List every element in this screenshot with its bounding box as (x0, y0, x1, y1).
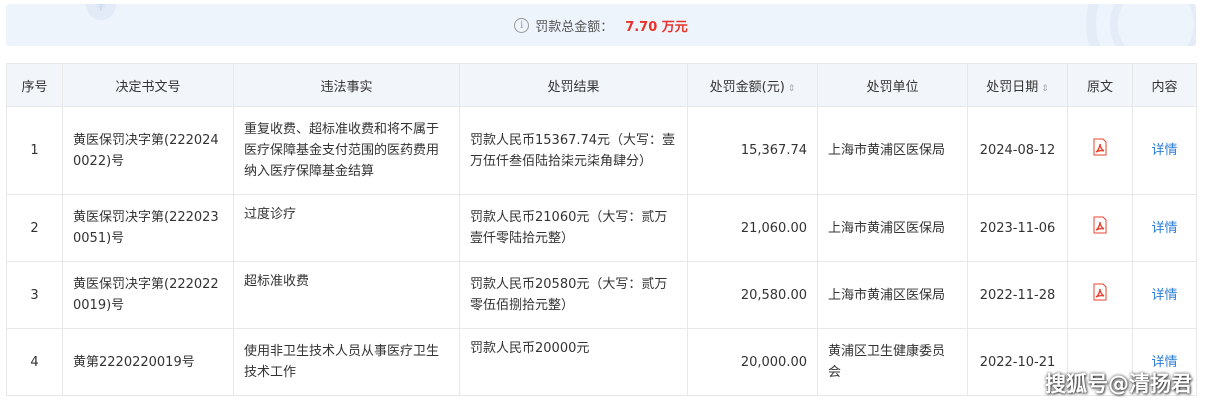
col-original: 原文 (1067, 63, 1133, 107)
col-doc-no: 决定书文号 (62, 63, 234, 107)
col-unit: 处罚单位 (817, 63, 968, 107)
pdf-icon[interactable] (1091, 283, 1109, 308)
row-index: 1 (6, 106, 63, 195)
row-unit: 黄浦区卫生健康委员会 (817, 328, 968, 396)
pdf-icon[interactable] (1091, 138, 1109, 163)
row-amount: 21,060.00 (687, 194, 818, 262)
row-unit: 上海市黄浦区医保局 (817, 194, 968, 262)
col-content: 内容 (1132, 63, 1197, 107)
row-content: 详情 (1132, 261, 1197, 329)
table-row: 2 黄医保罚决字第(2220230051)号 过度诊疗 罚款人民币21060元（… (6, 194, 1197, 262)
info-icon: i (514, 17, 530, 33)
row-unit: 上海市黄浦区医保局 (817, 106, 968, 195)
sort-icon[interactable]: ⇕ (788, 84, 796, 94)
col-amount-sortable[interactable]: 处罚金额(元) ⇕ (687, 63, 818, 107)
sort-icon[interactable]: ⇕ (1041, 84, 1049, 94)
row-original (1067, 106, 1133, 195)
penalty-total-label: 罚款总金额： (535, 19, 614, 35)
row-facts: 使用非卫生技术人员从事医疗卫生技术工作 (233, 328, 460, 396)
row-facts: 重复收费、超标准收费和将不属于医疗保障基金支付范围的医药费用纳入医疗保障基金结算 (233, 106, 460, 195)
row-result: 罚款人民币20000元 (459, 328, 688, 396)
row-result: 罚款人民币21060元（大写：贰万壹仟零陆拾元整） (459, 194, 688, 262)
row-content: 详情 (1132, 194, 1197, 262)
col-index: 序号 (6, 63, 63, 107)
row-original (1067, 194, 1133, 262)
table-header-row: 序号 决定书文号 违法事实 处罚结果 处罚金额(元) ⇕ 处罚单位 处罚日期 ⇕ 原… (6, 63, 1197, 107)
row-facts: 超标准收费 (233, 261, 460, 329)
row-amount: 20,000.00 (687, 328, 818, 396)
row-facts: 过度诊疗 (233, 194, 460, 262)
row-amount: 20,580.00 (687, 261, 818, 329)
col-result: 处罚结果 (459, 63, 688, 107)
col-index-label: 序号 (21, 79, 48, 95)
penalty-table: 序号 决定书文号 违法事实 处罚结果 处罚金额(元) ⇕ 处罚单位 处罚日期 ⇕ 原… (6, 63, 1197, 396)
col-facts: 违法事实 (233, 63, 460, 107)
row-doc-no: 黄医保罚决字第(2220220019)号 (62, 261, 234, 329)
detail-link[interactable]: 详情 (1151, 143, 1177, 158)
row-date: 2022-11-28 (967, 261, 1068, 329)
table-row: 4 黄第2220220019号 使用非卫生技术人员从事医疗卫生技术工作 罚款人民… (6, 328, 1197, 396)
col-original-label: 原文 (1086, 79, 1113, 95)
col-unit-label: 处罚单位 (866, 79, 919, 95)
row-original (1067, 261, 1133, 329)
row-date: 2023-11-06 (967, 194, 1068, 262)
col-doc-no-label: 决定书文号 (115, 79, 181, 95)
col-facts-label: 违法事实 (320, 79, 373, 95)
col-result-label: 处罚结果 (547, 79, 600, 95)
table-row: 1 黄医保罚决字第(2220240022)号 重复收费、超标准收费和将不属于医疗… (6, 106, 1197, 195)
row-doc-no: 黄医保罚决字第(2220230051)号 (62, 194, 234, 262)
row-index: 4 (6, 328, 63, 396)
col-amount-label: 处罚金额(元) (709, 79, 785, 95)
col-date-label: 处罚日期 (986, 79, 1039, 95)
row-index: 2 (6, 194, 63, 262)
row-result: 罚款人民币15367.74元（大写：壹万伍仟叁佰陆拾柒元柒角肆分） (459, 106, 688, 195)
pdf-icon[interactable] (1091, 216, 1109, 241)
detail-link[interactable]: 详情 (1151, 288, 1177, 303)
row-index: 3 (6, 261, 63, 329)
row-content: 详情 (1132, 106, 1197, 195)
row-date: 2024-08-12 (967, 106, 1068, 195)
row-doc-no: 黄第2220220019号 (62, 328, 234, 396)
row-result: 罚款人民币20580元（大写：贰万零伍佰捌拾元整） (459, 261, 688, 329)
col-date-sortable[interactable]: 处罚日期 ⇕ (967, 63, 1068, 107)
watermark-text: 搜狐号@清扬君 (1045, 372, 1192, 396)
table-row: 3 黄医保罚决字第(2220220019)号 超标准收费 罚款人民币20580元… (6, 261, 1197, 329)
penalty-total-banner: ¥ i 罚款总金额： 7.70 万元 (6, 4, 1196, 46)
ring-decoration-inner (1110, 4, 1196, 46)
yen-decoration-icon: ¥ (86, 4, 116, 20)
col-content-label: 内容 (1151, 79, 1178, 95)
row-doc-no: 黄医保罚决字第(2220240022)号 (62, 106, 234, 195)
penalty-total-amount: 7.70 万元 (625, 19, 688, 35)
row-amount: 15,367.74 (687, 106, 818, 195)
detail-link[interactable]: 详情 (1151, 221, 1177, 236)
row-unit: 上海市黄浦区医保局 (817, 261, 968, 329)
